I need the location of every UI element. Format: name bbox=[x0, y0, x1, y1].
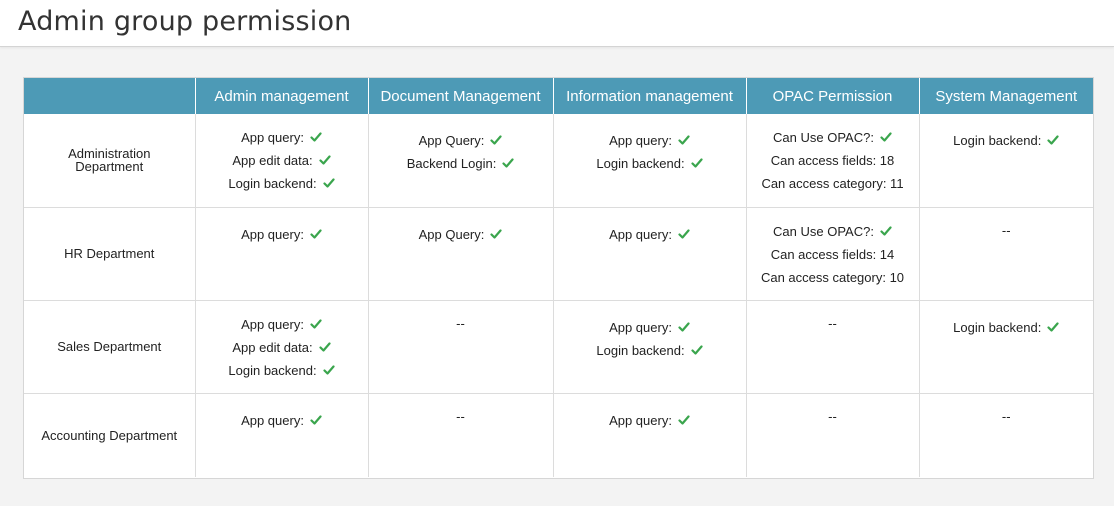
page-header: Admin group permission bbox=[0, 0, 1114, 47]
permission-item: Login backend: bbox=[920, 321, 1094, 344]
system-management-cell: Login backend: bbox=[919, 300, 1094, 394]
check-icon bbox=[502, 158, 514, 168]
permission-item: App query: bbox=[196, 228, 368, 251]
column-header-opac-permission: OPAC Permission bbox=[746, 78, 920, 114]
department-name: Sales Department bbox=[24, 300, 196, 394]
opac-category-count: Can access category: 11 bbox=[761, 176, 904, 191]
column-header-admin-management: Admin management bbox=[195, 78, 369, 114]
permission-item: Login backend: bbox=[554, 157, 746, 180]
permission-item: App query: bbox=[554, 321, 746, 344]
department-name: Administration Department bbox=[24, 114, 196, 208]
check-icon bbox=[678, 321, 690, 332]
opac-permission-cell: -- bbox=[746, 300, 920, 394]
opac-permission-cell: Can Use OPAC?: Can access fields: 14 Can… bbox=[746, 207, 920, 301]
opac-fields-count: Can access fields: 14 bbox=[770, 246, 895, 262]
permission-item: App Query: bbox=[369, 134, 553, 157]
admin-management-cell: App query: App edit data: Login backend: bbox=[195, 114, 369, 208]
document-management-cell: App Query: bbox=[368, 207, 554, 301]
empty-value: -- bbox=[828, 315, 837, 331]
check-icon bbox=[1047, 135, 1059, 145]
document-management-cell: App Query: Backend Login: bbox=[368, 114, 554, 208]
check-icon bbox=[490, 135, 502, 145]
permission-item: Can Use OPAC?: bbox=[747, 225, 919, 248]
check-icon bbox=[678, 414, 690, 425]
opac-fields-count: Can access fields: 18 bbox=[770, 153, 895, 168]
permission-item: Login backend: bbox=[554, 344, 746, 367]
system-management-cell: Login backend: bbox=[919, 114, 1094, 208]
check-icon bbox=[880, 225, 892, 236]
check-icon bbox=[678, 135, 690, 145]
check-icon bbox=[880, 132, 892, 142]
check-icon bbox=[1047, 321, 1059, 332]
permission-item: Backend Login: bbox=[369, 157, 553, 180]
column-header-information-management: Information management bbox=[553, 78, 747, 114]
department-name: Accounting Department bbox=[24, 393, 196, 477]
permission-panel: Admin management Document Management Inf… bbox=[23, 77, 1094, 479]
permission-item: Can Use OPAC?: bbox=[747, 131, 919, 154]
permission-item: App query: bbox=[196, 318, 368, 341]
check-icon bbox=[310, 228, 322, 239]
check-icon bbox=[310, 318, 322, 329]
information-management-cell: App query: Login backend: bbox=[553, 114, 747, 208]
department-name: HR Department bbox=[24, 207, 196, 301]
check-icon bbox=[690, 344, 703, 355]
empty-value: -- bbox=[1001, 408, 1011, 424]
check-icon bbox=[310, 132, 322, 142]
system-management-cell: -- bbox=[919, 207, 1093, 301]
information-management-cell: App query: Login backend: bbox=[553, 300, 747, 394]
permission-item: App query: bbox=[554, 134, 746, 157]
check-icon bbox=[319, 155, 331, 165]
table-row: Administration Department App query: App… bbox=[24, 114, 1094, 208]
admin-management-cell: App query: bbox=[195, 393, 369, 477]
check-icon bbox=[310, 414, 322, 425]
permission-item: App query: bbox=[196, 131, 368, 154]
information-management-cell: App query: bbox=[553, 393, 747, 477]
opac-category-count: Can access category: 10 bbox=[760, 269, 905, 285]
permission-item: App edit data: bbox=[196, 154, 368, 177]
permission-item: Login backend: bbox=[196, 177, 368, 200]
column-header-department bbox=[24, 78, 196, 114]
column-header-document-management: Document Management bbox=[368, 78, 554, 114]
admin-management-cell: App query: App edit data: Login backend: bbox=[195, 300, 369, 394]
permission-item: App query: bbox=[554, 228, 746, 251]
table-row: Accounting Department App query: -- App … bbox=[24, 393, 1093, 477]
admin-management-cell: App query: bbox=[195, 207, 369, 301]
system-management-cell: -- bbox=[919, 393, 1093, 477]
opac-permission-cell: Can Use OPAC?: Can access fields: 18 Can… bbox=[746, 114, 920, 208]
empty-value: -- bbox=[456, 408, 465, 424]
check-icon bbox=[690, 158, 703, 168]
permission-item: App query: bbox=[554, 414, 746, 437]
check-icon bbox=[490, 228, 502, 239]
page-title: Admin group permission bbox=[18, 6, 352, 37]
empty-value: -- bbox=[828, 408, 837, 424]
opac-permission-cell: -- bbox=[746, 393, 920, 477]
check-icon bbox=[322, 178, 335, 188]
information-management-cell: App query: bbox=[553, 207, 747, 301]
column-header-system-management: System Management bbox=[919, 78, 1093, 114]
permission-item: Login backend: bbox=[196, 364, 368, 387]
empty-value: -- bbox=[456, 315, 465, 331]
table-row: HR Department App query: App Query: App … bbox=[24, 207, 1093, 301]
empty-value: -- bbox=[1001, 222, 1011, 238]
document-management-cell: -- bbox=[368, 393, 554, 477]
table-row: Sales Department App query: App edit dat… bbox=[24, 300, 1094, 394]
permission-table: Admin management Document Management Inf… bbox=[24, 78, 1093, 477]
table-header-row: Admin management Document Management Inf… bbox=[24, 78, 1093, 114]
check-icon bbox=[678, 228, 690, 239]
permission-item: App edit data: bbox=[196, 341, 368, 364]
permission-item: App Query: bbox=[369, 228, 553, 251]
check-icon bbox=[322, 364, 335, 375]
permission-item: Login backend: bbox=[920, 134, 1094, 157]
document-management-cell: -- bbox=[368, 300, 554, 394]
check-icon bbox=[319, 341, 331, 352]
permission-item: App query: bbox=[196, 414, 368, 437]
